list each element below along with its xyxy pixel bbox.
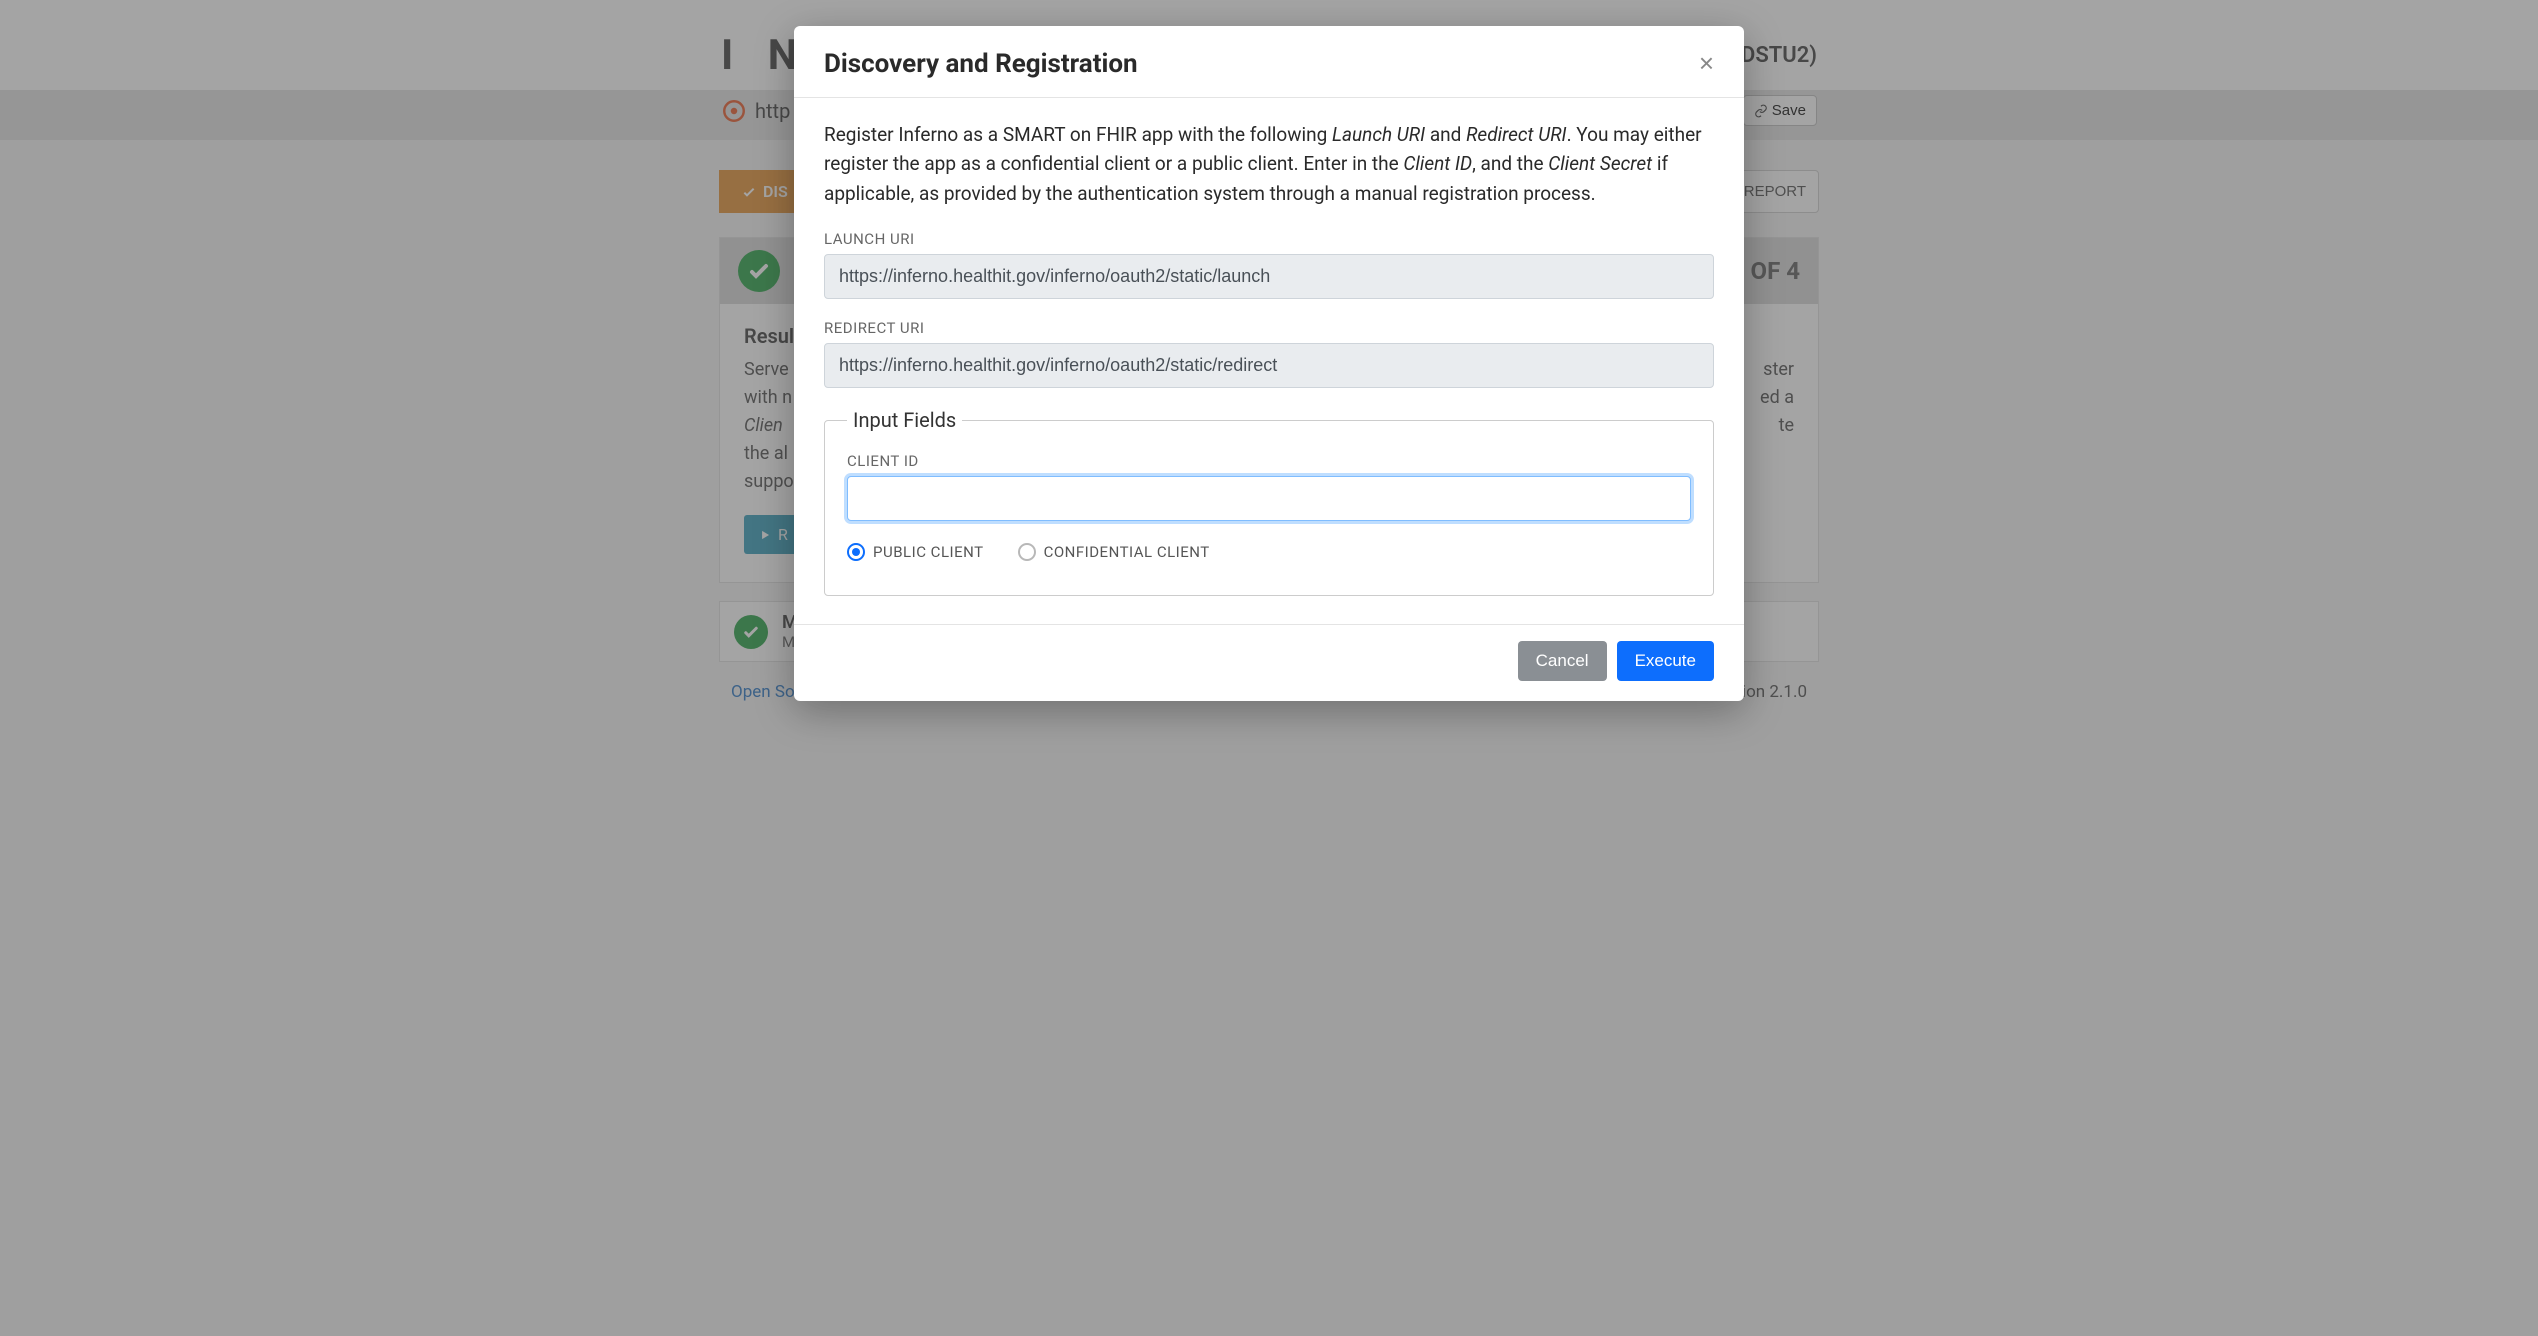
launch-uri-input[interactable] — [824, 254, 1714, 299]
radio-label: CONFIDENTIAL CLIENT — [1044, 543, 1210, 561]
modal-description: Register Inferno as a SMART on FHIR app … — [824, 120, 1714, 208]
cancel-button[interactable]: Cancel — [1518, 641, 1607, 681]
input-fields-fieldset: Input Fields CLIENT ID PUBLIC CLIENT CON… — [824, 408, 1714, 596]
radio-icon — [1018, 543, 1036, 561]
public-client-radio[interactable]: PUBLIC CLIENT — [847, 543, 984, 561]
close-icon: × — [1699, 48, 1714, 78]
radio-icon — [847, 543, 865, 561]
fieldset-legend: Input Fields — [847, 408, 962, 432]
redirect-uri-input[interactable] — [824, 343, 1714, 388]
client-id-label: CLIENT ID — [847, 452, 1691, 470]
discovery-registration-modal: Discovery and Registration × Register In… — [794, 26, 1744, 701]
execute-button[interactable]: Execute — [1617, 641, 1714, 681]
modal-title: Discovery and Registration — [824, 49, 1138, 79]
confidential-client-radio[interactable]: CONFIDENTIAL CLIENT — [1018, 543, 1210, 561]
close-button[interactable]: × — [1699, 48, 1714, 79]
redirect-uri-label: REDIRECT URI — [824, 319, 1714, 337]
launch-uri-label: LAUNCH URI — [824, 230, 1714, 248]
radio-label: PUBLIC CLIENT — [873, 543, 984, 561]
client-id-input[interactable] — [847, 476, 1691, 521]
